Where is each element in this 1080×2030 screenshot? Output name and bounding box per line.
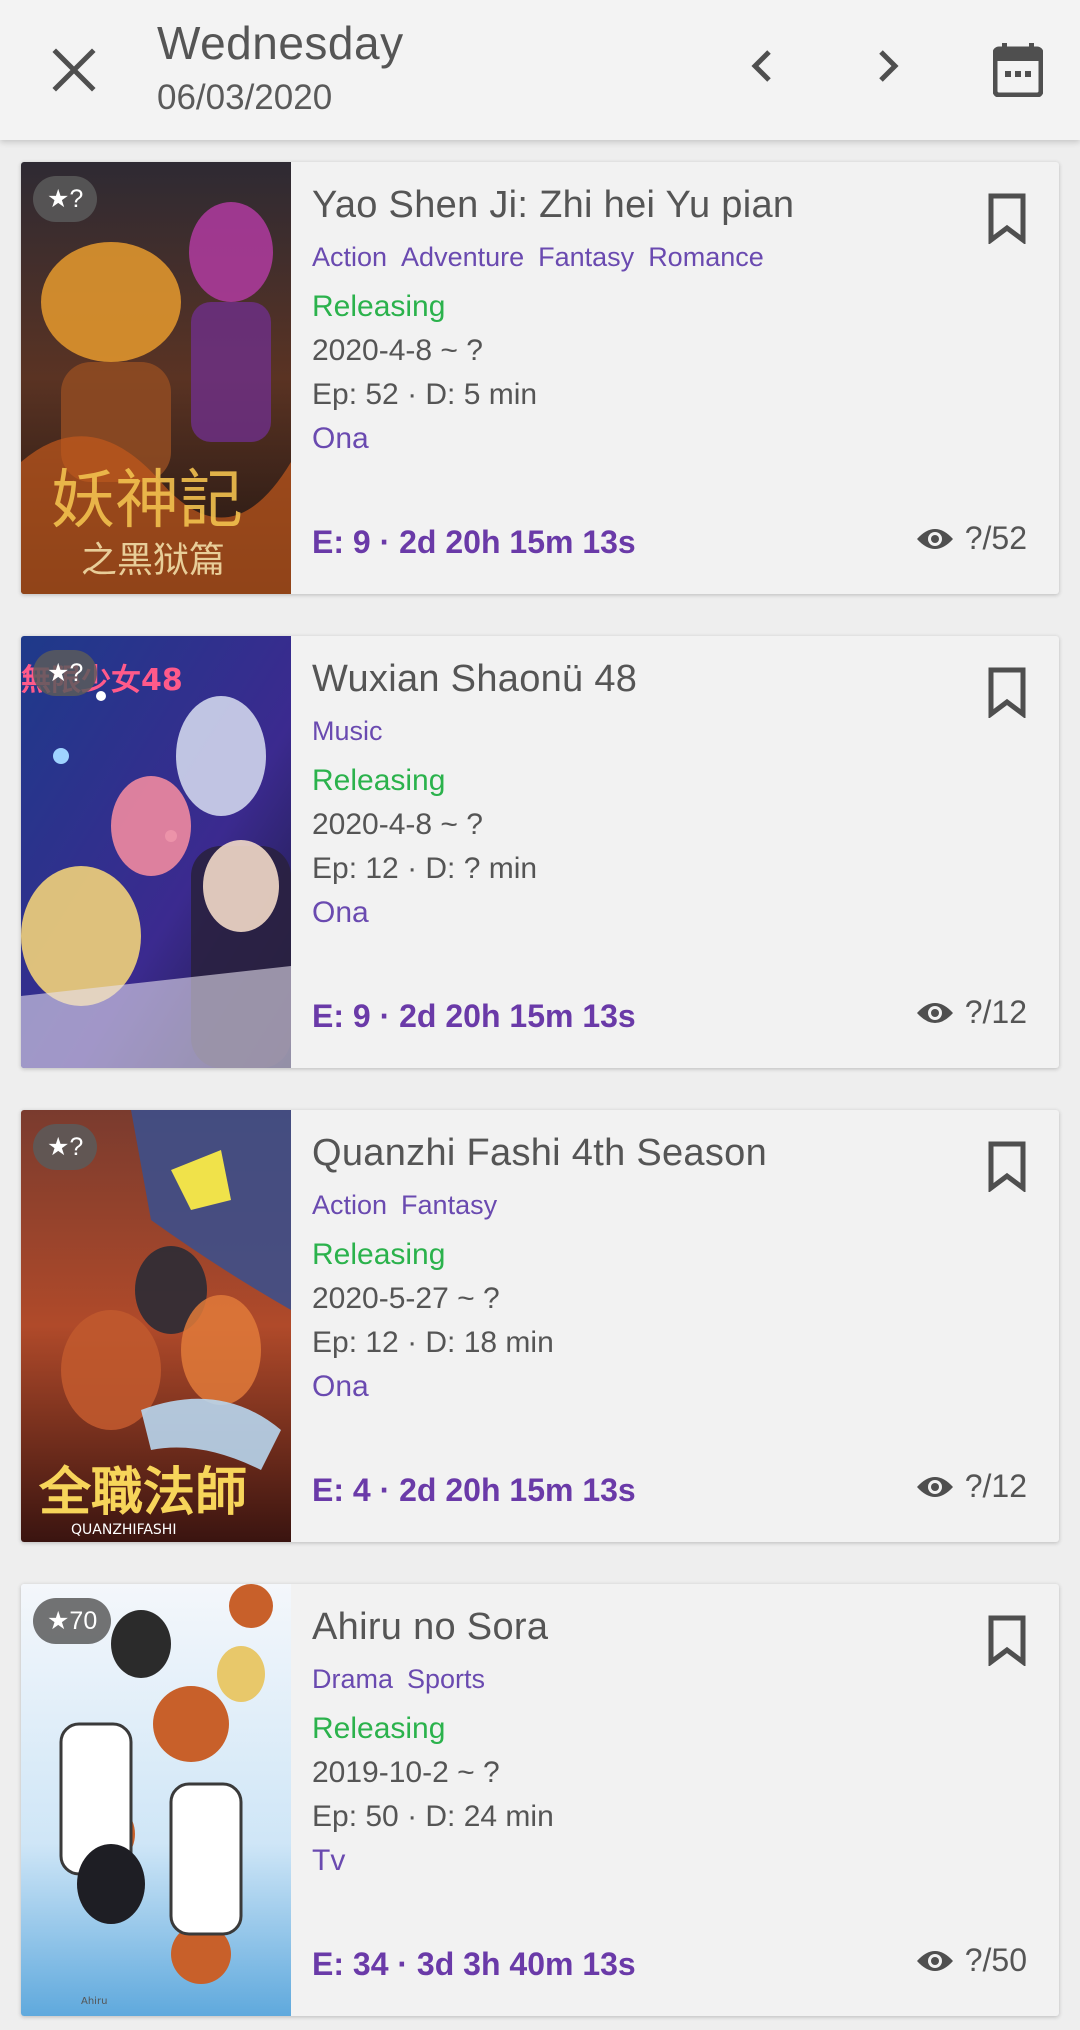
anime-card[interactable]: Ahiru ★70 Ahiru no Sora Drama Sports Rel… [21,1584,1059,2016]
watch-progress-text: ?/52 [964,520,1027,556]
genre-list: Music [312,716,383,747]
format-text: Tv [312,1844,346,1877]
card-info: Wuxian Shaonü 48 Music Releasing 2020-4-… [312,636,1059,1068]
airing-dates: 2020-4-8 ~ ? [312,334,483,367]
anime-card[interactable]: 妖神記 之黑狱篇 ★? Yao Shen Ji: Zhi hei Yu pian… [21,162,1059,594]
genre-tag[interactable]: Adventure [401,242,524,273]
watch-progress-text: ?/12 [964,1468,1027,1504]
episode-info: Ep: 12 · D: 18 min [312,1326,554,1359]
genre-tag[interactable]: Fantasy [538,242,634,273]
eye-icon [916,528,953,549]
card-info: Quanzhi Fashi 4th Season Action Fantasy … [312,1110,1059,1542]
page-subtitle-date: 06/03/2020 [157,78,333,117]
svg-text:QUANZHIFASHI: QUANZHIFASHI [71,1522,176,1538]
poster-image: 無限少女48 [21,636,291,1068]
calendar-icon [993,43,1043,97]
svg-text:Ahiru: Ahiru [81,1996,107,2007]
card-info: Yao Shen Ji: Zhi hei Yu pian Action Adve… [312,162,1059,594]
previous-day-button[interactable] [726,30,798,102]
genre-list: Action Fantasy [312,1190,497,1221]
genre-tag[interactable]: Action [312,1190,387,1221]
score-badge: ★? [33,650,98,696]
anime-title: Ahiru no Sora [312,1606,549,1648]
close-button[interactable] [38,34,110,106]
bookmark-outline-icon[interactable] [983,192,1031,244]
format-text: Ona [312,896,369,929]
status-text: Releasing [312,1238,446,1271]
watch-progress-text: ?/50 [964,1942,1027,1978]
anime-card[interactable]: 無限少女48 ★? Wuxian Shaonü 48 Music Releasi… [21,636,1059,1068]
watch-progress-text: ?/12 [964,994,1027,1030]
watch-progress[interactable]: ?/12 [915,1468,1027,1505]
score-badge: ★? [33,176,98,222]
genre-tag[interactable]: Drama [312,1664,393,1695]
svg-text:之黑狱篇: 之黑狱篇 [81,540,225,581]
genre-tag[interactable]: Action [312,242,387,273]
poster-image: 全職法師 QUANZHIFASHI [21,1110,291,1542]
eye-icon [916,1950,953,1971]
chevron-left-icon [751,50,771,82]
chevron-right-icon [879,50,899,82]
format-text: Ona [312,422,369,455]
next-episode-countdown: E: 9 · 2d 20h 15m 13s [312,524,636,560]
svg-text:全職法師: 全職法師 [38,1462,247,1523]
poster-image: Ahiru [21,1584,291,2016]
svg-text:妖神記: 妖神記 [51,464,243,538]
next-episode-countdown: E: 34 · 3d 3h 40m 13s [312,1946,636,1982]
genre-tag[interactable]: Sports [407,1664,485,1695]
card-info: Ahiru no Sora Drama Sports Releasing 201… [312,1584,1059,2016]
calendar-button[interactable] [978,30,1058,110]
watch-progress[interactable]: ?/52 [915,520,1027,557]
score-badge: ★70 [33,1598,112,1644]
watch-progress[interactable]: ?/12 [915,994,1027,1031]
next-day-button[interactable] [852,30,924,102]
bookmark-outline-icon[interactable] [983,1140,1031,1192]
genre-tag[interactable]: Romance [648,242,764,273]
bookmark-outline-icon[interactable] [983,666,1031,718]
anime-title: Quanzhi Fashi 4th Season [312,1132,768,1174]
genre-tag[interactable]: Music [312,716,383,747]
episode-info: Ep: 52 · D: 5 min [312,378,538,411]
airing-dates: 2020-5-27 ~ ? [312,1282,500,1315]
episode-info: Ep: 12 · D: ? min [312,852,538,885]
close-icon [52,48,96,92]
airing-dates: 2019-10-2 ~ ? [312,1756,500,1789]
watch-progress[interactable]: ?/50 [915,1942,1027,1979]
next-episode-countdown: E: 4 · 2d 20h 15m 13s [312,1472,636,1508]
episode-info: Ep: 50 · D: 24 min [312,1800,554,1833]
status-text: Releasing [312,290,446,323]
anime-title: Wuxian Shaonü 48 [312,658,638,700]
genre-list: Drama Sports [312,1664,485,1695]
format-text: Ona [312,1370,369,1403]
anime-title: Yao Shen Ji: Zhi hei Yu pian [312,184,795,226]
status-text: Releasing [312,764,446,797]
anime-card[interactable]: 全職法師 QUANZHIFASHI ★? Quanzhi Fashi 4th S… [21,1110,1059,1542]
eye-icon [916,1476,953,1497]
airing-dates: 2020-4-8 ~ ? [312,808,483,841]
eye-icon [916,1002,953,1023]
score-badge: ★? [33,1124,98,1170]
next-episode-countdown: E: 9 · 2d 20h 15m 13s [312,998,636,1034]
genre-tag[interactable]: Fantasy [401,1190,497,1221]
status-text: Releasing [312,1712,446,1745]
bookmark-outline-icon[interactable] [983,1614,1031,1666]
page-title: Wednesday [157,17,404,69]
app-bar: Wednesday 06/03/2020 [0,0,1080,140]
poster-image: 妖神記 之黑狱篇 [21,162,291,594]
genre-list: Action Adventure Fantasy Romance [312,242,764,273]
